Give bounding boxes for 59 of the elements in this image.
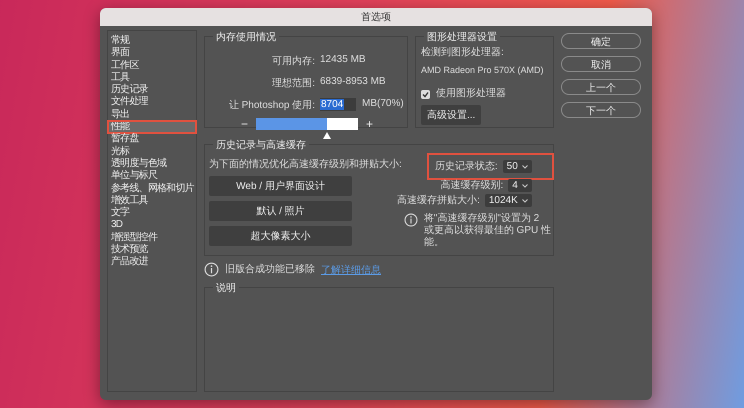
sidebar-item[interactable]: 界面 bbox=[108, 47, 196, 60]
dialog-button[interactable]: 上一个 bbox=[561, 79, 641, 95]
sidebar-item[interactable]: 3D bbox=[108, 219, 196, 232]
field-label: 理想范围: bbox=[272, 78, 315, 89]
plus-sign: + bbox=[366, 118, 374, 130]
chevron-icon bbox=[522, 184, 528, 188]
sidebar-item[interactable]: 增效工具 bbox=[108, 194, 196, 208]
slider-thumb[interactable] bbox=[323, 132, 332, 139]
field-label: 历史记录状态: bbox=[434, 160, 498, 172]
sidebar-item[interactable]: 常规 bbox=[108, 35, 196, 48]
window-title: 首选项 bbox=[100, 8, 652, 26]
field-label: 可用内存: bbox=[272, 56, 315, 67]
sidebar-item[interactable]: 技术预览 bbox=[108, 244, 196, 256]
sidebar-item[interactable]: 透明度与色域 bbox=[108, 158, 196, 170]
sidebar-item[interactable]: 工具 bbox=[108, 72, 196, 84]
dropdown[interactable]: 50 bbox=[502, 160, 532, 173]
sidebar-item[interactable]: 工作区 bbox=[108, 60, 196, 72]
sidebar-item[interactable]: 导出 bbox=[108, 108, 196, 122]
info-icon bbox=[404, 213, 418, 227]
panel-title: 内存使用情况 bbox=[213, 30, 279, 44]
field-label: 高速缓存拼贴大小: bbox=[397, 194, 480, 206]
sidebar-item[interactable]: 历史记录 bbox=[108, 84, 196, 96]
advanced-settings-button[interactable]: 高级设置... bbox=[421, 105, 482, 125]
preset-button[interactable]: 默认 / 照片 bbox=[209, 201, 352, 221]
memory-input[interactable]: 8704 bbox=[320, 98, 356, 110]
preset-button[interactable]: 超大像素大小 bbox=[209, 226, 352, 246]
dialog-button[interactable]: 下一个 bbox=[561, 102, 641, 118]
dropdown[interactable]: 4 bbox=[508, 179, 532, 192]
sidebar-item[interactable]: 暂存盘 bbox=[108, 133, 196, 146]
preset-button[interactable]: Web / 用户界面设计 bbox=[209, 176, 352, 196]
panel-title: 历史记录与高速缓存 bbox=[213, 138, 309, 152]
field-label: 让 Photoshop 使用: bbox=[228, 100, 315, 111]
tip-text: 将"高速缓存级别"设置为 2 或更高以获得最佳的 GPU 性能。 bbox=[424, 213, 552, 249]
sidebar-item[interactable]: 单位与标尺 bbox=[108, 170, 196, 183]
notice-text: 旧版合成功能已移除 bbox=[225, 264, 315, 276]
sidebar-item[interactable]: 增强型控件 bbox=[108, 232, 196, 244]
gpu-name: AMD Radeon Pro 570X (AMD) bbox=[421, 64, 545, 76]
field-label: 高速缓存级别: bbox=[440, 180, 504, 192]
panel-title: 图形处理器设置 bbox=[424, 30, 500, 44]
field-label: 检测到图形处理器: bbox=[421, 47, 505, 59]
chevron-icon bbox=[522, 198, 528, 202]
info-icon bbox=[204, 262, 219, 277]
sidebar-item[interactable]: 参考线、网格和切片 bbox=[108, 182, 196, 195]
sidebar-item[interactable]: 文字 bbox=[108, 207, 196, 220]
unit-label: MB(70%) bbox=[362, 98, 404, 110]
field-value: 6839-8953 MB bbox=[320, 76, 387, 88]
minus-sign: − bbox=[241, 118, 248, 130]
panel-title: 说明 bbox=[213, 281, 239, 295]
dialog-button[interactable]: 取消 bbox=[561, 56, 641, 72]
section-label: 为下面的情况优化高速缓存级别和拼贴大小: bbox=[209, 159, 402, 171]
dialog-button[interactable]: 确定 bbox=[561, 33, 641, 49]
sidebar-item[interactable]: 文件处理 bbox=[108, 96, 196, 109]
sidebar-item[interactable]: 光标 bbox=[108, 146, 196, 158]
checkbox[interactable] bbox=[421, 90, 430, 98]
chevron-icon bbox=[522, 164, 528, 168]
sidebar-item[interactable]: 产品改进 bbox=[108, 256, 196, 269]
dropdown[interactable]: 1024K bbox=[484, 194, 532, 207]
checkbox-label: 使用图形处理器 bbox=[436, 88, 506, 100]
field-value: 12435 MB bbox=[320, 54, 367, 66]
